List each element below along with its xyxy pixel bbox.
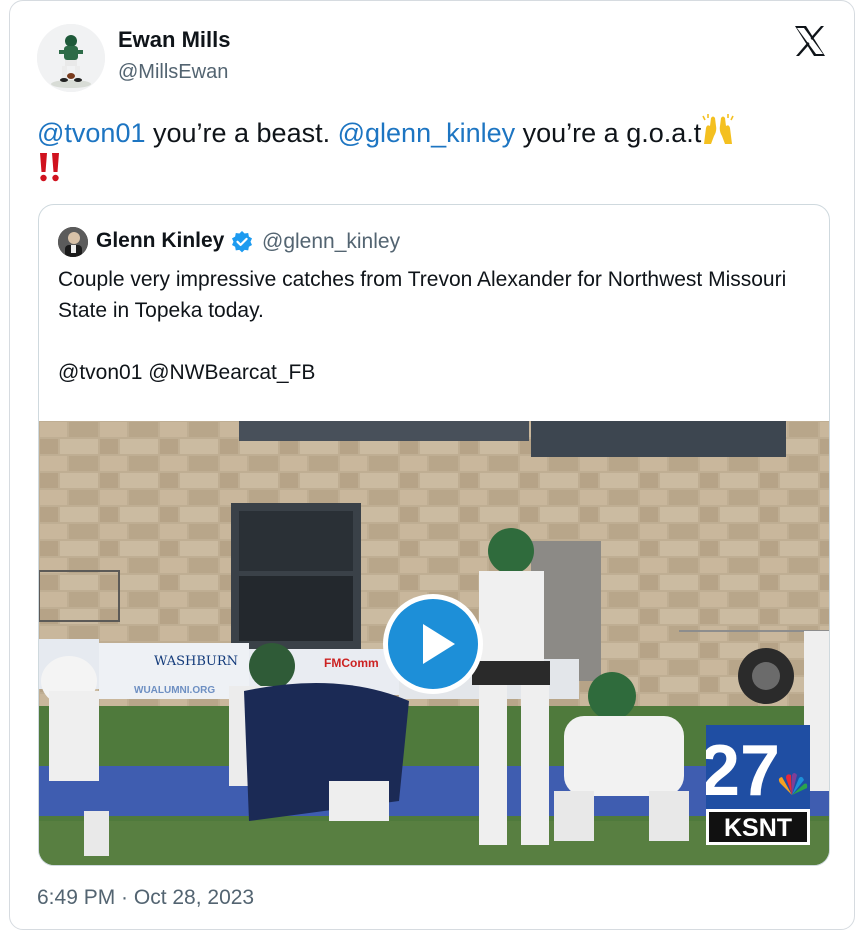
quoted-author-handle[interactable]: @glenn_kinley — [262, 230, 400, 254]
mention-link[interactable]: @glenn_kinley — [338, 118, 516, 148]
mention-link[interactable]: @tvon01 — [37, 118, 145, 148]
author-name[interactable]: Ewan Mills — [118, 27, 230, 53]
quoted-tweet[interactable]: Glenn Kinley @glenn_kinley Couple very i… — [38, 204, 830, 866]
play-button[interactable] — [383, 594, 483, 694]
tweet-text-segment: you’re a g.o.a.t — [515, 118, 702, 148]
quoted-author-avatar[interactable] — [58, 227, 88, 257]
tweet-text-segment: you’re a beast. — [145, 118, 338, 148]
double-exclamation-emoji-icon — [40, 153, 59, 182]
x-logo-icon[interactable] — [793, 24, 827, 58]
person-avatar-icon — [58, 227, 88, 257]
station-number: 27 — [706, 731, 780, 811]
play-button-face — [388, 599, 478, 689]
quoted-tweet-text: Couple very impressive catches from Trev… — [58, 268, 787, 384]
sign-text: WASHBURN — [154, 654, 238, 669]
verified-badge-icon — [232, 231, 252, 253]
author-handle[interactable]: @MillsEwan — [118, 61, 228, 84]
raising-hands-emoji-icon — [702, 114, 734, 144]
timestamp-link[interactable]: 6:49 PM · Oct 28, 2023 — [37, 886, 254, 910]
video-thumbnail[interactable]: WASHBURN FMComm WUALUMNI.ORG 27 KSNT — [39, 421, 829, 865]
quoted-author-name[interactable]: Glenn Kinley — [96, 229, 224, 253]
tweet-card: Ewan Mills @MillsEwan @tvon01 you’re a b… — [9, 0, 855, 930]
tweet-text: @tvon01 you’re a beast. @glenn_kinley yo… — [37, 114, 827, 188]
sign-text: WUALUMNI.ORG — [134, 685, 215, 696]
football-player-avatar-icon — [37, 24, 105, 92]
station-call-letters: KSNT — [724, 814, 792, 842]
ksnt-station-logo: 27 KSNT — [706, 725, 810, 845]
play-icon — [423, 624, 455, 664]
sign-text: FMComm — [324, 656, 379, 670]
author-avatar[interactable] — [37, 24, 105, 92]
